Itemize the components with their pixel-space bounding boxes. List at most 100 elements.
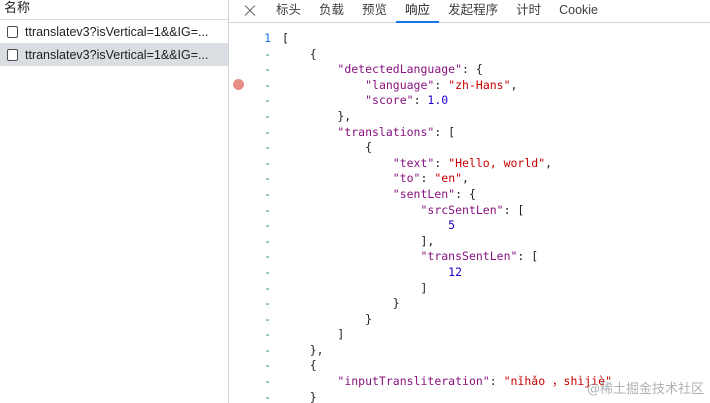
tab-3[interactable]: 响应 [396, 0, 440, 23]
code-text: "language": "zh-Hans", [282, 78, 517, 94]
line-gutter-marker[interactable]: - [229, 265, 271, 281]
name-column-header[interactable]: 名称 [0, 0, 228, 20]
tab-6[interactable]: Cookie [550, 0, 607, 22]
code-token: }, [282, 108, 352, 123]
tab-2[interactable]: 预览 [353, 0, 396, 22]
code-token: 5 [448, 218, 456, 233]
code-text: ] [282, 281, 427, 297]
line-gutter-marker[interactable]: - [229, 343, 271, 359]
code-line: - "score": 1.0 [229, 93, 710, 109]
request-row[interactable]: ttranslatev3?isVertical=1&&IG=... [0, 20, 228, 43]
code-token: ] [282, 280, 428, 295]
tab-1[interactable]: 负载 [310, 0, 353, 22]
line-gutter-marker[interactable]: - [229, 93, 271, 109]
line-gutter-marker[interactable]: - [229, 140, 271, 156]
code-token: : { [462, 62, 483, 77]
line-gutter-marker[interactable]: - [229, 62, 271, 78]
devtools-network-panel: 名称 ttranslatev3?isVertical=1&&IG=... ttra… [0, 0, 710, 403]
code-line: - }, [229, 343, 710, 359]
code-token: "inputTransliteration" [337, 374, 490, 389]
code-token: : [489, 374, 504, 389]
code-text: "detectedLanguage": { [282, 62, 483, 78]
code-token: } [282, 311, 373, 326]
line-gutter-marker[interactable]: - [229, 390, 271, 403]
code-line: - }, [229, 109, 710, 125]
code-text: "srcSentLen": [ [282, 203, 524, 219]
details-tabbar: 标头 负载 预览 响应 发起程序 计时 Cookie [229, 0, 710, 23]
code-token: "srcSentLen" [420, 202, 504, 217]
code-token: { [282, 46, 317, 61]
tab-0[interactable]: 标头 [267, 0, 310, 22]
line-gutter-marker[interactable]: - [229, 374, 271, 390]
code-text: "sentLen": { [282, 187, 476, 203]
code-token: "en" [434, 171, 463, 186]
line-gutter-marker[interactable]: - [229, 358, 271, 374]
request-details-pane: 标头 负载 预览 响应 发起程序 计时 Cookie 1[- {- "detectedLan… [229, 0, 710, 403]
code-line: - ], [229, 234, 710, 250]
code-token: "score" [365, 93, 414, 108]
line-gutter-marker[interactable]: - [229, 234, 271, 250]
code-line: - "detectedLanguage": { [229, 62, 710, 78]
code-token: , [510, 77, 518, 92]
response-code-view[interactable]: 1[- {- "detectedLanguage": {- "language"… [229, 31, 710, 403]
watermark: @稀土掘金技术社区 [586, 382, 704, 397]
line-gutter-marker[interactable]: - [229, 109, 271, 125]
code-text: } [282, 390, 317, 403]
code-text: "transSentLen": [ [282, 249, 538, 265]
code-text: ], [282, 234, 434, 250]
code-token: "text" [392, 155, 435, 170]
code-line: - ] [229, 281, 710, 297]
code-token: } [282, 296, 400, 311]
close-icon[interactable] [237, 0, 263, 22]
line-gutter-marker[interactable]: - [229, 249, 271, 265]
line-gutter-marker[interactable]: - [229, 218, 271, 234]
line-gutter-marker[interactable]: - [229, 171, 271, 187]
code-line: 1[ [229, 31, 710, 47]
tab-4[interactable]: 发起程序 [439, 0, 507, 22]
request-row[interactable]: ttranslatev3?isVertical=1&&IG=... [0, 43, 228, 66]
line-gutter-marker[interactable]: 1 [229, 31, 271, 47]
code-text: "score": 1.0 [282, 93, 448, 109]
code-token: : [434, 77, 449, 92]
code-token: ] [282, 327, 345, 342]
request-name: ttranslatev3?isVertical=1&&IG=... [25, 47, 209, 62]
line-gutter-marker[interactable]: - [229, 312, 271, 328]
line-gutter-marker[interactable]: - [229, 203, 271, 219]
code-token: : [ [517, 249, 539, 264]
code-token: { [282, 358, 317, 373]
code-line: - 12 [229, 265, 710, 281]
code-token: "Hello, world" [448, 155, 546, 170]
request-name: ttranslatev3?isVertical=1&&IG=... [25, 24, 209, 39]
line-gutter-marker[interactable]: - [229, 187, 271, 203]
code-token: "zh-Hans" [448, 77, 511, 92]
code-line: - "to": "en", [229, 171, 710, 187]
request-list-pane: 名称 ttranslatev3?isVertical=1&&IG=... ttra… [0, 0, 229, 403]
code-text: "translations": [ [282, 125, 455, 141]
tab-5[interactable]: 计时 [507, 0, 550, 22]
line-gutter-marker[interactable]: - [229, 156, 271, 172]
code-token: : [420, 171, 435, 186]
code-token: : [434, 155, 449, 170]
code-line: - "srcSentLen": [ [229, 203, 710, 219]
code-text: }, [282, 343, 324, 359]
code-line: - } [229, 312, 710, 328]
document-icon [7, 25, 18, 38]
line-gutter-marker[interactable]: - [229, 78, 271, 94]
line-gutter-marker[interactable]: - [229, 327, 271, 343]
line-gutter-marker[interactable]: - [229, 296, 271, 312]
code-token: 12 [448, 264, 463, 279]
line-gutter-marker[interactable]: - [229, 281, 271, 297]
line-gutter-marker[interactable]: - [229, 125, 271, 141]
code-text: "text": "Hello, world", [282, 156, 552, 172]
code-text: } [282, 312, 372, 328]
request-list: ttranslatev3?isVertical=1&&IG=... ttransl… [0, 20, 228, 66]
line-gutter-marker[interactable]: - [229, 47, 271, 63]
code-token: ], [282, 233, 435, 248]
code-text: [ [282, 31, 289, 47]
